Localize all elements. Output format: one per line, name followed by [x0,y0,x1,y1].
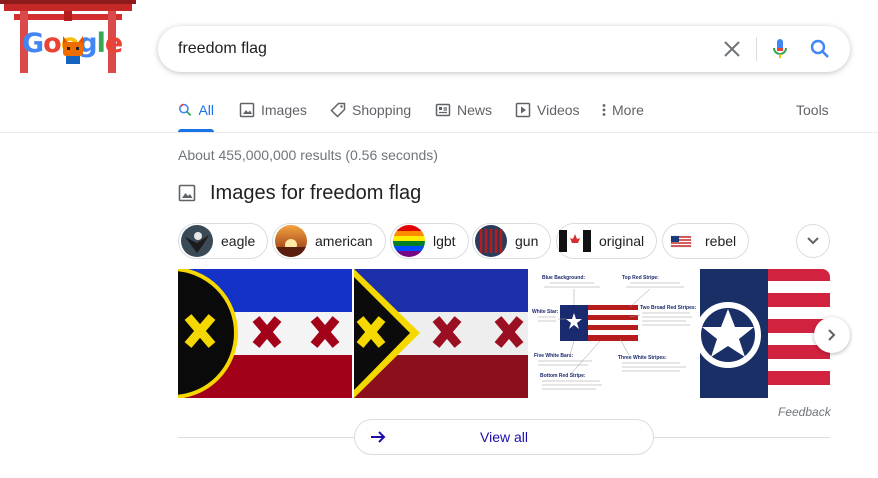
chevron-down-icon [807,237,819,245]
info-three-white: Three White Stripes: [618,355,667,361]
tab-images[interactable]: Images [239,96,307,132]
tab-news[interactable]: News [435,96,492,132]
info-five-bars: Five White Bars: [534,353,574,359]
info-two-red: Two Broad Red Stripes: [640,305,697,311]
flag-infographic-image: Blue Background: Top Red Stripe: White S… [530,269,698,398]
tab-all[interactable]: All [178,96,214,132]
tab-images-label: Images [261,102,307,118]
play-icon [515,102,531,118]
chip-label: eagle [221,233,256,249]
search-input[interactable] [178,35,698,63]
eagle-thumbnail [181,225,213,257]
google-doodle-logo[interactable]: Google [0,0,136,76]
search-icon [178,103,192,117]
tab-more-label: More [612,102,644,118]
image-result-3[interactable]: Blue Background: Top Red Stripe: White S… [530,269,698,398]
result-stats: About 455,000,000 results (0.56 seconds) [178,147,438,163]
american-thumbnail [275,225,307,257]
arrow-right-icon [371,431,386,443]
chip-american[interactable]: american [272,223,386,259]
tag-icon [330,102,346,118]
view-all-button[interactable]: View all [354,419,654,455]
news-icon [435,103,451,117]
chip-label: gun [515,233,539,249]
more-vert-icon [602,104,606,116]
tools-button[interactable]: Tools [796,96,829,124]
info-white-star: White Star: [532,309,559,315]
tab-videos[interactable]: Videos [515,96,580,132]
microphone-icon[interactable] [768,37,792,61]
image-result-2[interactable] [354,269,528,398]
chip-label: american [315,233,373,249]
image-result-4[interactable] [700,269,830,398]
chip-rebel[interactable]: rebel [662,223,750,259]
original-thumbnail [559,230,591,252]
info-blue-bg: Blue Background: [542,275,585,281]
chip-eagle[interactable]: eagle [178,223,269,259]
chip-label: original [599,233,645,249]
rebel-thumbnail [665,225,697,257]
info-bottom-red: Bottom Red Stripe: [540,373,586,379]
image-icon [178,184,196,202]
gun-thumbnail [475,225,507,257]
tab-videos-label: Videos [537,102,580,118]
search-submit-icon[interactable] [808,37,832,61]
search-box [158,26,850,72]
flag-image [178,269,352,398]
chip-gun[interactable]: gun [472,223,552,259]
header-divider [0,132,878,133]
image-result-1[interactable] [178,269,352,398]
tab-news-label: News [457,102,493,118]
images-section-header: Images for freedom flag [178,180,421,206]
lgbt-thumbnail [393,225,425,257]
chip-lgbt[interactable]: lgbt [390,223,469,259]
next-images-button[interactable] [814,317,850,353]
tab-shopping[interactable]: Shopping [330,96,411,132]
clear-icon[interactable] [720,37,744,61]
chip-label: lgbt [433,233,456,249]
flag-image [700,269,830,398]
view-all-label: View all [480,429,528,445]
expand-chips-button[interactable] [796,224,830,258]
images-section-title[interactable]: Images for freedom flag [210,180,421,206]
feedback-link[interactable]: Feedback [778,405,831,419]
tab-shopping-label: Shopping [352,102,412,118]
tab-all-label: All [198,102,214,118]
flag-image [354,269,528,398]
chevron-right-icon [828,329,836,341]
chip-label: rebel [705,233,737,249]
info-top-red: Top Red Stripe: [622,275,659,281]
image-icon [239,102,255,118]
fox-character-icon [63,36,83,64]
search-divider [756,37,757,61]
chip-original[interactable]: original [556,223,658,259]
tab-more[interactable]: More [600,96,644,132]
